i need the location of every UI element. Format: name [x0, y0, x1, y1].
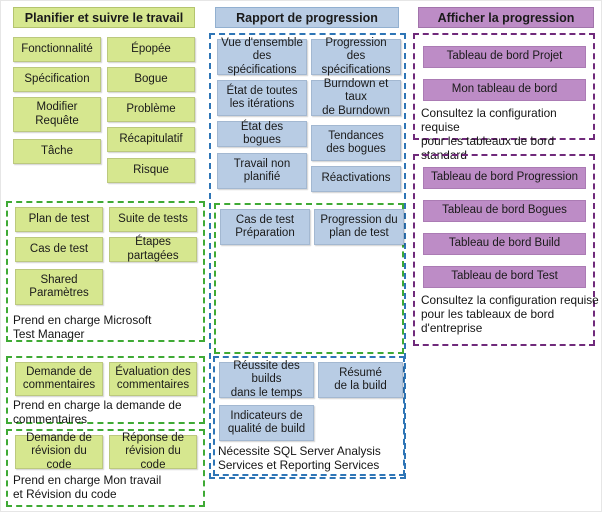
box-risque[interactable]: Risque — [107, 158, 195, 183]
box-indicateurs-qualite[interactable]: Indicateurs de qualité de build — [219, 405, 314, 441]
box-probleme[interactable]: Problème — [107, 97, 195, 122]
box-recapitulatif[interactable]: Récapitulatif — [107, 127, 195, 152]
box-epopee[interactable]: Épopée — [107, 37, 195, 62]
note-code-review: Prend en charge Mon travail et Révision … — [13, 473, 162, 501]
box-etat-iterations[interactable]: État de toutes les itérations — [217, 80, 307, 116]
box-modifier-requete[interactable]: Modifier Requête — [13, 97, 101, 132]
box-tableau-bord-progression[interactable]: Tableau de bord Progression — [423, 167, 586, 189]
box-cas-de-test-preparation[interactable]: Cas de test Préparation — [220, 209, 310, 245]
column-view-header: Afficher la progression — [418, 7, 594, 28]
box-resume-build[interactable]: Résumé de la build — [318, 362, 403, 398]
box-tableau-bord-test[interactable]: Tableau de bord Test — [423, 266, 586, 288]
diagram-canvas: Planifier et suivre le travail Fonctionn… — [0, 0, 602, 512]
box-tableau-bord-bogues[interactable]: Tableau de bord Bogues — [423, 200, 586, 222]
box-suite-de-tests[interactable]: Suite de tests — [109, 207, 197, 232]
box-plan-de-test[interactable]: Plan de test — [15, 207, 103, 232]
box-etat-bogues[interactable]: État des bogues — [217, 121, 307, 147]
box-cas-de-test[interactable]: Cas de test — [15, 237, 103, 262]
note-enterprise-dashboards: Consultez la configuration requise pour … — [421, 293, 599, 335]
box-etapes-partagees[interactable]: Étapes partagées — [109, 236, 197, 262]
box-progression-specs[interactable]: Progression des spécifications — [311, 37, 401, 76]
box-evaluation-commentaires[interactable]: Évaluation des commentaires — [109, 362, 197, 396]
box-tache[interactable]: Tâche — [13, 139, 101, 164]
box-fonctionnalite[interactable]: Fonctionnalité — [13, 37, 101, 62]
box-demande-commentaires[interactable]: Demande de commentaires — [15, 362, 103, 396]
note-feedback: Prend en charge la demande de commentair… — [13, 398, 182, 426]
column-report: Rapport de progression Vue d'ensemble de… — [206, 1, 409, 513]
column-plan: Planifier et suivre le travail Fonctionn… — [1, 1, 206, 513]
box-tableau-bord-projet[interactable]: Tableau de bord Projet — [423, 46, 586, 68]
note-build-reports: Nécessite SQL Server Analysis Services e… — [218, 444, 381, 472]
column-report-header: Rapport de progression — [215, 7, 399, 28]
box-shared-parametres[interactable]: Shared Paramètres — [15, 269, 103, 305]
box-burndown[interactable]: Burndown et taux de Burndown — [311, 78, 401, 117]
box-bogue[interactable]: Bogue — [107, 67, 195, 92]
column-plan-header: Planifier et suivre le travail — [13, 7, 195, 28]
box-demande-revision-code[interactable]: Demande de révision du code — [15, 432, 103, 471]
box-tableau-bord-build[interactable]: Tableau de bord Build — [423, 233, 586, 255]
box-reactivations[interactable]: Réactivations — [311, 166, 401, 192]
box-travail-non-planifie[interactable]: Travail non planifié — [217, 153, 307, 189]
box-specification[interactable]: Spécification — [13, 67, 101, 92]
box-progression-plan-test[interactable]: Progression du plan de test — [314, 209, 404, 245]
box-reponse-revision-code[interactable]: Réponse de révision du code — [109, 432, 197, 471]
box-tendances-bogues[interactable]: Tendances des bogues — [311, 125, 401, 161]
box-reussite-builds[interactable]: Réussite des builds dans le temps — [219, 360, 314, 399]
box-mon-tableau-bord[interactable]: Mon tableau de bord — [423, 79, 586, 101]
column-view: Afficher la progression Tableau de bord … — [409, 1, 602, 513]
box-vue-ensemble-specs[interactable]: Vue d'ensemble des spécifications — [217, 37, 307, 76]
note-test-manager: Prend en charge Microsoft Test Manager — [13, 313, 152, 341]
